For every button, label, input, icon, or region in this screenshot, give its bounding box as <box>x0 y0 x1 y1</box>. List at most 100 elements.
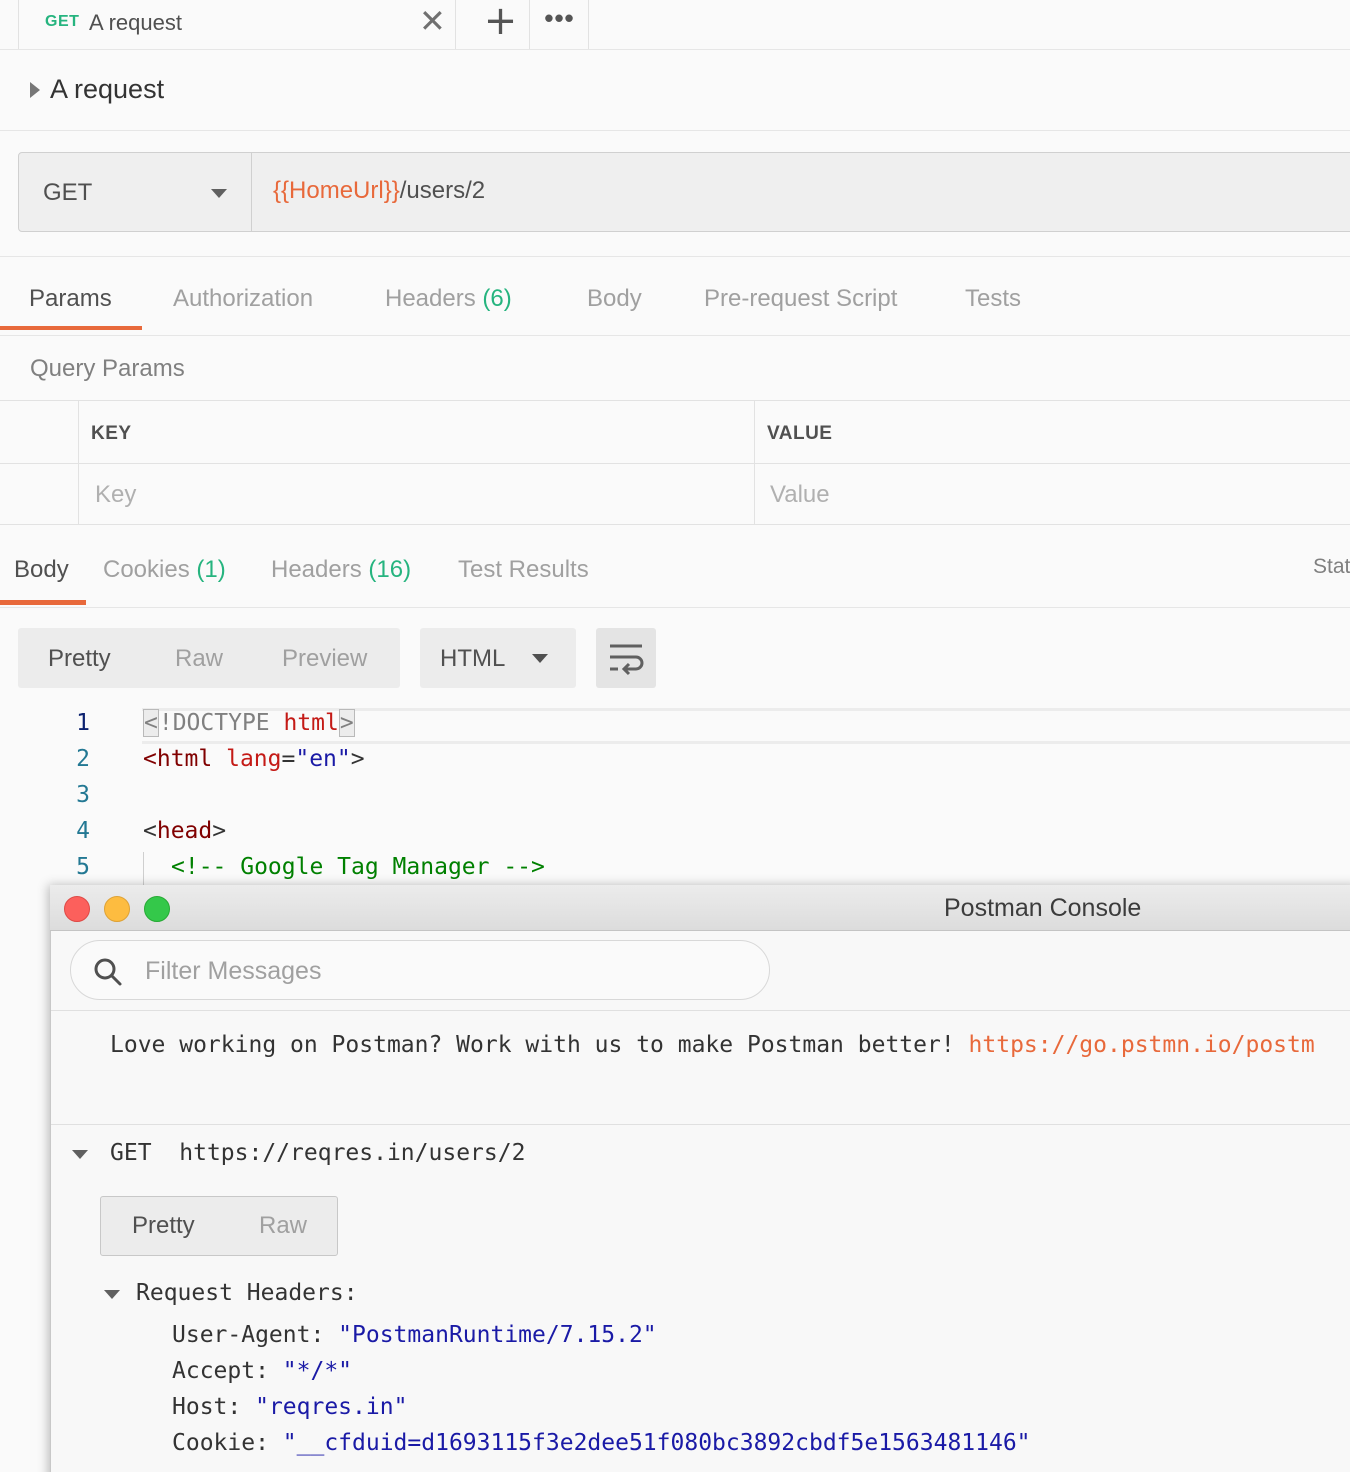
code-token: <html <box>143 746 227 772</box>
promo-text: Love working on Postman? Work with us to… <box>110 1032 969 1058</box>
matched-bracket: < <box>143 709 159 737</box>
console-titlebar[interactable] <box>50 885 1350 931</box>
method-select-value: GET <box>43 179 93 206</box>
console-view-group: Pretty Raw <box>100 1196 338 1256</box>
divider <box>0 130 1350 131</box>
request-headers-label[interactable]: Request Headers: <box>136 1280 358 1306</box>
request-title[interactable]: A request <box>50 74 164 105</box>
promo-link[interactable]: https://go.pstmn.io/postm <box>969 1032 1315 1058</box>
pretty-button[interactable]: Pretty <box>48 645 111 673</box>
header-value: "reqres.in" <box>255 1394 408 1420</box>
wrap-lines-button[interactable] <box>596 628 656 688</box>
matched-bracket: > <box>338 709 355 737</box>
code-token: lang <box>226 746 282 772</box>
tab-test-results[interactable]: Test Results <box>458 556 589 584</box>
expand-caret-icon[interactable] <box>30 82 40 98</box>
raw-button[interactable]: Raw <box>175 645 223 673</box>
language-select[interactable]: HTML <box>420 628 576 688</box>
log-entry[interactable]: GET https://reqres.in/users/2 <box>110 1140 525 1166</box>
method-select[interactable]: GET <box>18 152 252 232</box>
url-input[interactable]: {{HomeUrl}}/users/2 <box>251 152 1350 232</box>
header-value: "*/*" <box>282 1358 353 1384</box>
header-row: User-Agent: "PostmanRuntime/7.15.2" <box>172 1322 657 1348</box>
tab-params[interactable]: Params <box>29 285 112 313</box>
tab-headers[interactable]: Headers (6) <box>385 285 512 313</box>
request-tab-method: GET <box>45 13 80 30</box>
tab-prerequest-script[interactable]: Pre-request Script <box>704 285 897 313</box>
tab-response-body[interactable]: Body <box>14 556 69 584</box>
code-token: head <box>156 818 213 844</box>
tab-tests[interactable]: Tests <box>965 285 1021 313</box>
tab-headers-label: Headers <box>385 285 476 312</box>
console-pretty-button[interactable]: Pretty <box>132 1212 195 1240</box>
code-token: > <box>212 818 227 844</box>
request-tabs: Params Authorization Headers (6) Body Pr… <box>0 256 1350 336</box>
filter-messages-input[interactable]: Filter Messages <box>70 940 770 1000</box>
code-line: <!-- Google Tag Manager --> <box>171 854 545 880</box>
minimize-window-icon[interactable] <box>104 896 130 922</box>
search-icon <box>94 958 122 986</box>
url-value: {{HomeUrl}}/users/2 <box>273 177 485 205</box>
divider <box>51 1124 1350 1125</box>
key-input[interactable]: Key <box>95 481 136 509</box>
code-line: <!DOCTYPE html> <box>143 709 355 737</box>
new-tab-button[interactable]: + <box>472 0 530 49</box>
tab-authorization[interactable]: Authorization <box>173 285 313 313</box>
code-token: = <box>281 746 296 772</box>
header-row: Host: "reqres.in" <box>172 1394 407 1420</box>
line-number: 3 <box>76 782 90 808</box>
code-line: <html lang="en"> <box>143 746 365 772</box>
language-select-value: HTML <box>440 645 506 672</box>
chevron-down-icon <box>211 189 227 198</box>
header-key: User-Agent: <box>172 1322 339 1348</box>
tab-body[interactable]: Body <box>587 285 642 313</box>
header-key: Host: <box>172 1394 256 1420</box>
console-title: Postman Console <box>944 894 1142 922</box>
preview-button[interactable]: Preview <box>282 645 367 673</box>
url-variable: {{HomeUrl}} <box>273 177 400 204</box>
code-line: <head> <box>143 818 226 844</box>
tab-cookies-label: Cookies <box>103 556 190 583</box>
params-table: KEY VALUE Key Value <box>0 400 1350 525</box>
tab-response-headers-count: (16) <box>368 556 412 583</box>
response-tabs: Body Cookies (1) Headers (16) Test Resul… <box>0 526 1350 608</box>
header-row: Accept: "*/*" <box>172 1358 352 1384</box>
header-value: "PostmanRuntime/7.15.2" <box>338 1322 657 1348</box>
filter-placeholder: Filter Messages <box>145 957 322 985</box>
code-editor[interactable]: 1 2 3 4 5 <!DOCTYPE html> <html lang="en… <box>0 706 1350 886</box>
chevron-down-icon[interactable] <box>72 1150 88 1159</box>
chevron-down-icon[interactable] <box>104 1290 120 1299</box>
header-row: Cookie: "__cfduid=d1693115f3e2dee51f080b… <box>172 1430 1031 1456</box>
console-raw-button[interactable]: Raw <box>259 1212 307 1240</box>
tab-response-headers[interactable]: Headers (16) <box>271 556 411 584</box>
code-token: "en" <box>295 746 351 772</box>
request-tab-name: A request <box>89 10 182 35</box>
tab-response-headers-label: Headers <box>271 556 362 583</box>
close-tab-icon[interactable]: ✕ <box>419 4 446 38</box>
line-number: 1 <box>76 710 90 736</box>
more-tabs-button[interactable]: ••• <box>531 0 589 49</box>
line-number: 2 <box>76 746 90 772</box>
line-number: 5 <box>76 854 90 880</box>
tab-cookies-count: (1) <box>196 556 226 583</box>
code-token: < <box>143 818 157 844</box>
code-token: !DOCTYPE <box>158 710 284 736</box>
maximize-window-icon[interactable] <box>144 896 170 922</box>
tab-headers-count: (6) <box>482 285 512 312</box>
value-column-header: VALUE <box>767 423 833 444</box>
header-value: "__cfduid=d1693115f3e2dee51f080bc3892cbd… <box>282 1430 1031 1456</box>
request-tab[interactable]: GET A request ✕ <box>18 0 456 49</box>
key-column-header: KEY <box>91 423 132 444</box>
active-tab-indicator <box>0 600 86 605</box>
tab-cookies[interactable]: Cookies (1) <box>103 556 226 584</box>
header-key: Accept: <box>172 1358 283 1384</box>
divider <box>51 1010 1350 1011</box>
log-url: https://reqres.in/users/2 <box>179 1140 526 1166</box>
value-input[interactable]: Value <box>770 481 830 509</box>
close-window-icon[interactable] <box>64 896 90 922</box>
code-token: html <box>283 710 339 736</box>
indent-guide <box>143 852 144 886</box>
promo-message: Love working on Postman? Work with us to… <box>110 1032 1315 1058</box>
status-label: Stat <box>1313 555 1350 578</box>
header-key: Cookie: <box>172 1430 283 1456</box>
